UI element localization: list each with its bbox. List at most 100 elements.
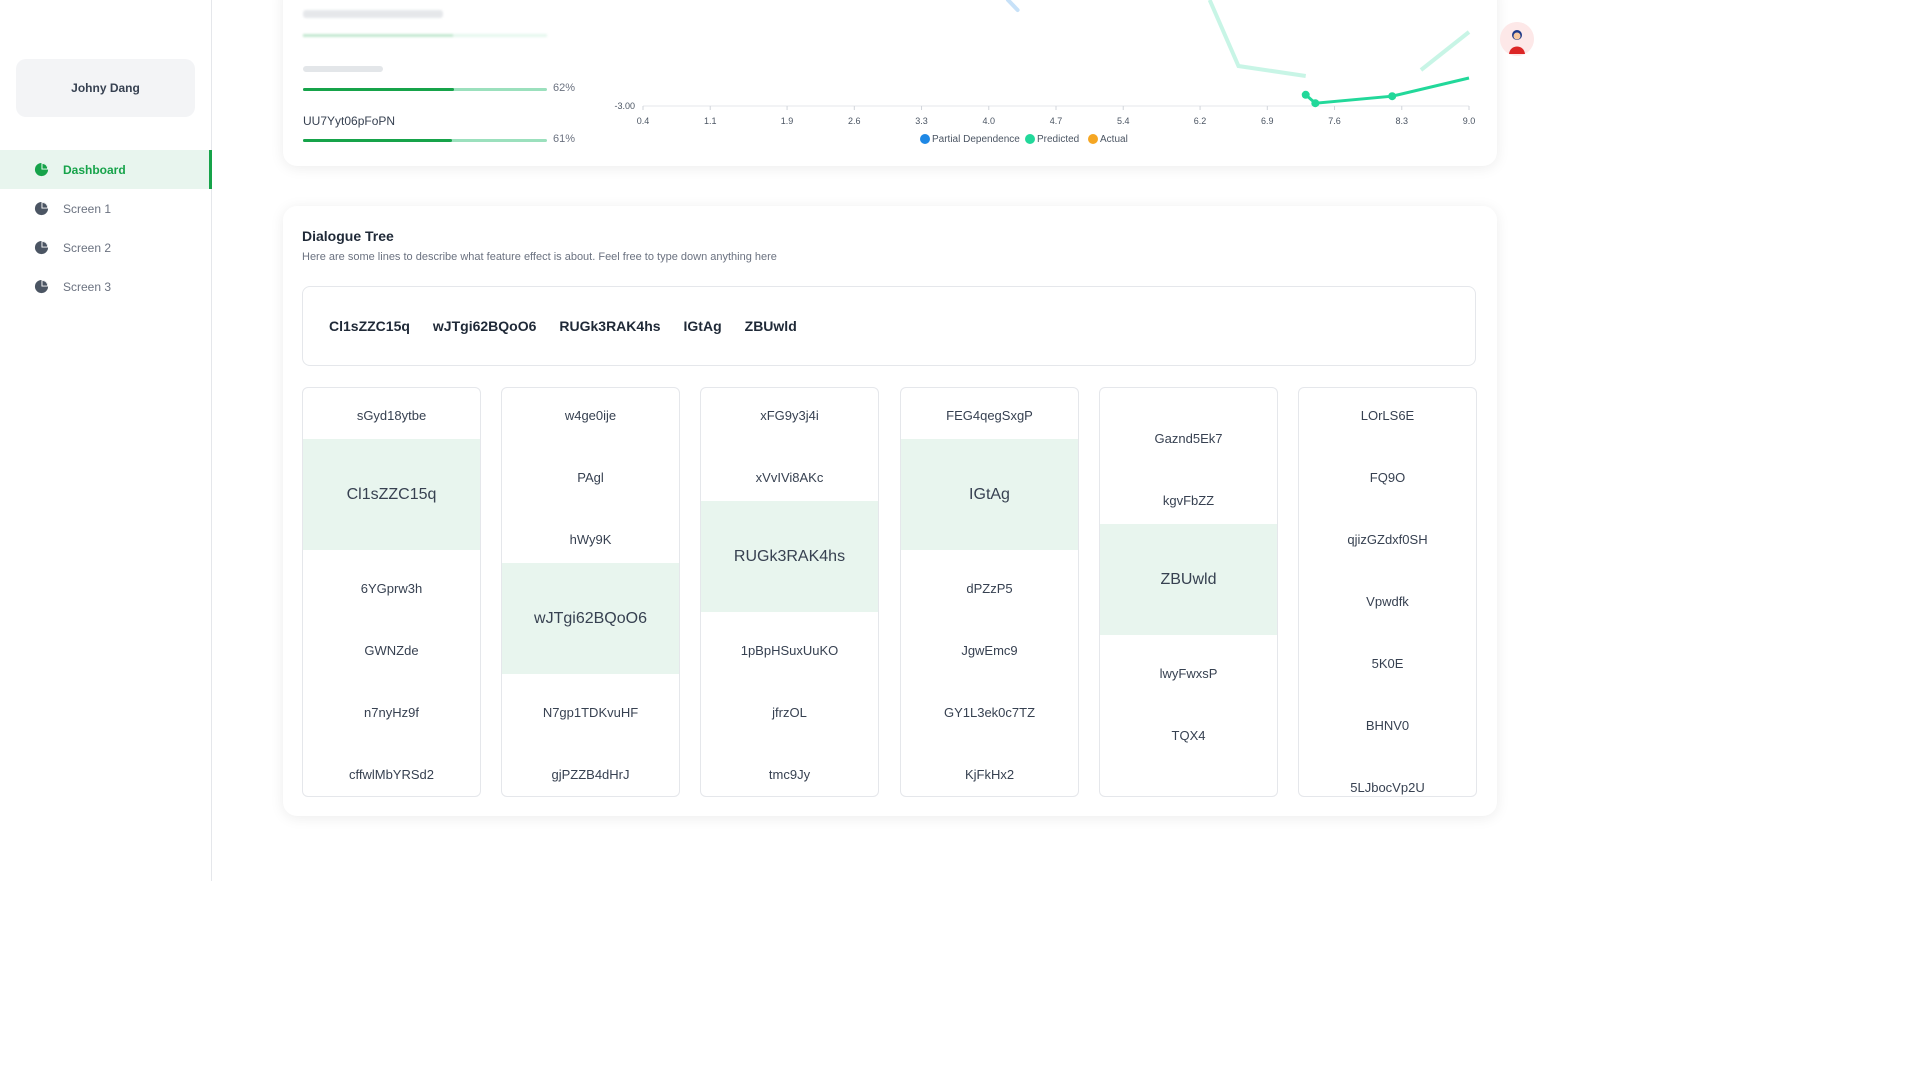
path-item[interactable]: Cl1sZZC15q xyxy=(329,318,410,334)
x-tick-label: 1.1 xyxy=(704,116,717,126)
sidebar-item-dashboard[interactable]: Dashboard xyxy=(0,150,212,189)
tree-node-selected[interactable]: wJTgi62BQoO6 xyxy=(502,563,679,674)
sidebar-item-label: Dashboard xyxy=(63,162,126,177)
x-tick-label: 2.6 xyxy=(848,116,861,126)
tree-node[interactable]: KjFkHx2 xyxy=(901,767,1078,782)
x-tick-label: 6.9 xyxy=(1261,116,1274,126)
tree-columns: sGyd18ytbe Cl1sZZC15q 6YGprw3h GWNZde n7nyHz… xyxy=(302,387,1478,797)
pie-chart-icon xyxy=(34,201,49,216)
tree-node[interactable]: GY1L3ek0c7TZ xyxy=(901,705,1078,720)
progress-fill xyxy=(303,139,452,142)
path-item[interactable]: RUGk3RAK4hs xyxy=(559,318,660,334)
tree-node[interactable]: JgwEmc9 xyxy=(901,643,1078,658)
sidebar-item-label: Screen 3 xyxy=(63,279,112,294)
tree-node[interactable]: qjizGZdxf0SH xyxy=(1299,532,1476,547)
tree-node[interactable]: BHNV0 xyxy=(1299,718,1476,733)
sidebar: Johny Dang Dashboard Screen 1 Screen 2 S… xyxy=(0,0,212,881)
tree-column: FEG4qegSxgP IGtAg dPZzP5 JgwEmc9 GY1L3ek0c7T… xyxy=(900,387,1079,797)
sidebar-item-label: Screen 2 xyxy=(63,240,112,255)
tree-column: Gaznd5Ek7 kgvFbZZ ZBUwld lwyFwxsP TQX4 xyxy=(1099,387,1278,797)
tree-node[interactable]: GWNZde xyxy=(303,643,480,658)
tree-node[interactable]: TQX4 xyxy=(1100,728,1277,743)
user-name: Johny Dang xyxy=(71,81,140,95)
progress-track xyxy=(303,88,547,91)
pie-chart-icon xyxy=(34,162,49,177)
sidebar-item-screen-3[interactable]: Screen 3 xyxy=(0,267,212,306)
tree-node-selected[interactable]: RUGk3RAK4hs xyxy=(701,501,878,612)
y-tick-label: -3.00 xyxy=(614,101,635,111)
x-tick-label: 6.2 xyxy=(1194,116,1207,126)
tree-node[interactable]: jfrzOL xyxy=(701,705,878,720)
tree-node[interactable]: sGyd18ytbe xyxy=(303,408,480,423)
legend-label: Predicted xyxy=(1037,134,1079,145)
tree-node-selected[interactable]: Cl1sZZC15q xyxy=(303,439,480,550)
tree-node[interactable]: tmc9Jy xyxy=(701,767,878,782)
tree-node[interactable]: 5K0E xyxy=(1299,656,1476,671)
tree-node[interactable]: Vpwdfk xyxy=(1299,594,1476,609)
tree-node[interactable]: FEG4qegSxgP xyxy=(901,408,1078,423)
sidebar-nav: Dashboard Screen 1 Screen 2 Screen 3 xyxy=(0,150,212,306)
legend-marker xyxy=(1025,134,1035,144)
faded-progress-track xyxy=(303,34,547,37)
tree-node[interactable]: 5LJbocVp2U xyxy=(1299,780,1476,795)
tree-node[interactable]: xFG9y3j4i xyxy=(701,408,878,423)
feature-row: UU7Yyt06pFoPN 61% xyxy=(303,114,578,148)
progress-percent: 61% xyxy=(553,133,576,145)
tree-column: sGyd18ytbe Cl1sZZC15q 6YGprw3h GWNZde n7nyHz… xyxy=(302,387,481,797)
faded-progress-fill xyxy=(303,34,453,37)
tree-node[interactable]: Gaznd5Ek7 xyxy=(1100,431,1277,446)
legend-label: Actual xyxy=(1100,134,1128,145)
tree-node[interactable]: 1pBpHSuxUuKO xyxy=(701,643,878,658)
path-item[interactable]: ZBUwld xyxy=(745,318,797,334)
tree-node[interactable]: xVvIVi8AKc xyxy=(701,470,878,485)
tree-node[interactable]: kgvFbZZ xyxy=(1100,493,1277,508)
predicted-line-faded xyxy=(1419,30,1471,72)
sidebar-item-screen-1[interactable]: Screen 1 xyxy=(0,189,212,228)
tree-node[interactable]: n7nyHz9f xyxy=(303,705,480,720)
tree-node[interactable]: LOrLS6E xyxy=(1299,408,1476,423)
x-tick-label: 9.0 xyxy=(1463,116,1476,126)
tree-node[interactable]: w4ge0ije xyxy=(502,408,679,423)
sidebar-item-screen-2[interactable]: Screen 2 xyxy=(0,228,212,267)
faded-feature-label xyxy=(303,10,443,18)
tree-node[interactable]: dPZzP5 xyxy=(901,581,1078,596)
partial-dependence-line-faded xyxy=(1005,0,1020,12)
progress-percent: 62% xyxy=(553,82,576,94)
tree-node[interactable]: PAgl xyxy=(502,470,679,485)
x-tick-label: 5.4 xyxy=(1117,116,1130,126)
tree-node-selected[interactable]: IGtAg xyxy=(901,439,1078,550)
legend-label: Partial Dependence xyxy=(932,134,1020,145)
user-card[interactable]: Johny Dang xyxy=(16,59,195,117)
sidebar-item-label: Screen 1 xyxy=(63,201,112,216)
x-tick-label: 4.7 xyxy=(1050,116,1063,126)
avatar[interactable] xyxy=(1500,22,1534,56)
path-item[interactable]: wJTgi62BQoO6 xyxy=(433,318,536,334)
card-title: Dialogue Tree xyxy=(302,228,394,244)
feature-row: 62% xyxy=(303,66,578,96)
tree-node[interactable]: lwyFwxsP xyxy=(1100,666,1277,681)
dialogue-tree-card: Dialogue Tree Here are some lines to des… xyxy=(283,206,1497,816)
line-chart: 0.4 1.1 1.9 2.6 3.3 4.0 4.7 5.4 6.2 6.9 7.6 8.3 9.0 -… xyxy=(614,0,1476,145)
predicted-point xyxy=(1388,92,1397,101)
tree-node[interactable]: cffwlMbYRSd2 xyxy=(303,767,480,782)
tree-node[interactable]: FQ9O xyxy=(1299,470,1476,485)
tree-node[interactable]: hWy9K xyxy=(502,532,679,547)
path-item[interactable]: IGtAg xyxy=(684,318,722,334)
predicted-line-faded xyxy=(1207,0,1307,78)
x-tick-label: 1.9 xyxy=(781,116,794,126)
tree-node[interactable]: gjPZZB4dHrJ xyxy=(502,767,679,782)
faded-feature-row xyxy=(303,10,583,37)
tree-node[interactable]: N7gp1TDKvuHF xyxy=(502,705,679,720)
tree-node[interactable]: 6YGprw3h xyxy=(303,581,480,596)
predicted-point xyxy=(1301,90,1310,99)
predicted-series-line xyxy=(1304,76,1470,105)
progress-track xyxy=(303,139,547,142)
x-tick-label: 0.4 xyxy=(637,116,650,126)
tree-column: LOrLS6E FQ9O qjizGZdxf0SH Vpwdfk 5K0E BHNV0 5L… xyxy=(1298,387,1477,797)
selected-path: Cl1sZZC15q wJTgi62BQoO6 RUGk3RAK4hs IGtA… xyxy=(302,286,1476,366)
feature-effect-card: 62% UU7Yyt06pFoPN 61% 0.4 1.1 1.9 2.6 3.3 4.0… xyxy=(283,0,1497,166)
tree-node-selected[interactable]: ZBUwld xyxy=(1100,524,1277,635)
x-tick-label: 4.0 xyxy=(983,116,996,126)
predicted-point xyxy=(1311,99,1320,108)
card-subtitle: Here are some lines to describe what fea… xyxy=(302,251,777,263)
